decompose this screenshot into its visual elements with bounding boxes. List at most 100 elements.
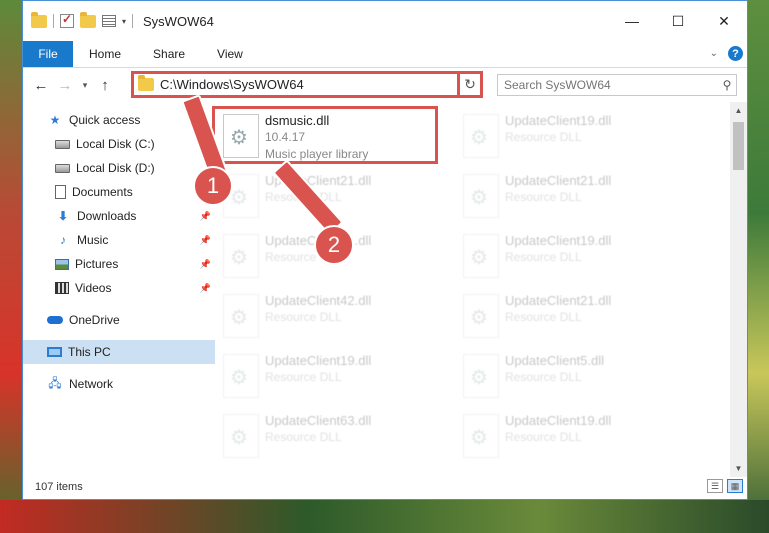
scroll-thumb[interactable] — [733, 122, 744, 170]
help-icon[interactable]: ? — [728, 46, 743, 61]
sidebar-item-music[interactable]: ♪ Music 📌 — [23, 228, 215, 252]
file-item[interactable]: UpdateClient21.dll Resource DLL — [455, 290, 675, 344]
sidebar-item-label: OneDrive — [69, 313, 120, 327]
dll-file-icon — [463, 294, 499, 338]
item-count: 107 items — [35, 481, 83, 493]
ribbon-right-controls: ⌄ ? — [710, 46, 743, 61]
annotation-badge-1: 1 — [193, 166, 233, 206]
customize-icon[interactable] — [102, 15, 116, 27]
tab-file[interactable]: File — [23, 41, 73, 67]
file-description: Resource DLL — [505, 250, 582, 264]
sidebar-item-downloads[interactable]: ⬇ Downloads 📌 — [23, 204, 215, 228]
file-name: UpdateClient21.dll — [505, 293, 612, 308]
view-switcher: ☰ ▦ — [707, 479, 743, 493]
computer-icon — [47, 347, 62, 357]
minimize-button[interactable]: — — [609, 1, 655, 41]
sidebar-item-this-pc[interactable]: This PC — [23, 340, 215, 364]
file-item[interactable]: UpdateClient42.dll Resource DLL — [215, 290, 435, 344]
qat-dropdown-icon[interactable]: ▾ — [122, 17, 126, 26]
cloud-icon — [47, 316, 63, 324]
separator — [132, 14, 134, 28]
sidebar-item-pictures[interactable]: Pictures 📌 — [23, 252, 215, 276]
properties-check-icon[interactable] — [60, 12, 74, 28]
documents-icon — [55, 185, 66, 199]
sidebar-item-label: Pictures — [75, 257, 119, 271]
network-icon: 🖧 — [48, 375, 62, 390]
sidebar-item-label: Music — [77, 233, 109, 247]
file-item[interactable]: UpdateClient19.dll Resource DLL — [215, 350, 435, 404]
highlight-box — [212, 106, 438, 164]
sidebar-item-network[interactable]: 🖧 Network — [23, 372, 215, 396]
file-item[interactable]: UpdateClient63.dll Resource DLL — [215, 410, 435, 464]
tab-view[interactable]: View — [201, 41, 259, 67]
file-name: UpdateClient63.dll — [265, 413, 372, 428]
window-title: SysWOW64 — [143, 13, 214, 29]
separator — [53, 14, 54, 28]
file-item[interactable]: UpdateClient19.dll Resource DLL — [455, 230, 675, 284]
file-list: dsmusic.dll 10.4.17 Music player library… — [212, 102, 747, 477]
explorer-window: ▾ SysWOW64 — ☐ ✕ File Home Share View ⌄ … — [22, 0, 748, 500]
drive-icon — [55, 139, 70, 149]
navigation-pane: ★ Quick access Local Disk (C:) Local Dis… — [23, 102, 215, 477]
dll-file-icon — [223, 234, 259, 278]
forward-button[interactable]: → — [53, 77, 77, 94]
file-item[interactable]: UpdateClient5.dll Resource DLL — [455, 350, 675, 404]
dll-file-icon — [463, 234, 499, 278]
dll-file-icon — [223, 354, 259, 398]
file-name: UpdateClient42.dll — [265, 293, 372, 308]
annotation-badge-2: 2 — [314, 225, 354, 265]
status-bar: 107 items ☰ ▦ — [23, 475, 747, 499]
dll-file-icon — [463, 114, 499, 158]
sidebar-item-local-disk-c[interactable]: Local Disk (C:) — [23, 132, 215, 156]
sidebar-item-label: Local Disk (D:) — [76, 161, 155, 175]
dll-file-icon — [463, 174, 499, 218]
sidebar-item-label: Network — [69, 377, 114, 391]
sidebar-item-label: This PC — [68, 345, 111, 359]
up-button[interactable]: ↑ — [93, 77, 117, 94]
pin-icon: 📌 — [199, 282, 211, 293]
pin-icon: 📌 — [199, 258, 211, 269]
close-button[interactable]: ✕ — [701, 1, 747, 41]
vertical-scrollbar[interactable]: ▲ ▼ — [730, 102, 747, 477]
file-name: UpdateClient19.dll — [505, 113, 612, 128]
main-content: ★ Quick access Local Disk (C:) Local Dis… — [23, 102, 747, 477]
star-icon: ★ — [49, 113, 61, 127]
sidebar-item-videos[interactable]: Videos 📌 — [23, 276, 215, 300]
dll-file-icon — [223, 294, 259, 338]
expand-ribbon-icon[interactable]: ⌄ — [710, 48, 718, 59]
search-icon[interactable]: ⚲ — [718, 78, 736, 92]
file-name: UpdateClient21.dll — [505, 173, 612, 188]
file-description: Resource DLL — [265, 430, 342, 444]
recent-locations-button[interactable]: ▾ — [77, 80, 93, 91]
sidebar-item-documents[interactable]: Documents — [23, 180, 215, 204]
sidebar-item-onedrive[interactable]: OneDrive — [23, 308, 215, 332]
pin-icon: 📌 — [199, 210, 211, 221]
address-bar[interactable]: C:\Windows\SysWOW64 ▾ — [131, 71, 481, 98]
file-item[interactable]: UpdateClient19.dll Resource DLL — [455, 110, 675, 164]
navigation-bar: ← → ▾ ↑ C:\Windows\SysWOW64 ▾ ↻ ⚲ — [23, 68, 747, 102]
new-folder-icon[interactable] — [80, 11, 96, 28]
back-button[interactable]: ← — [29, 77, 53, 94]
maximize-button[interactable]: ☐ — [655, 1, 701, 41]
tab-home[interactable]: Home — [73, 41, 137, 67]
file-description: Resource DLL — [505, 190, 582, 204]
refresh-button[interactable]: ↻ — [457, 71, 483, 98]
search-box[interactable]: ⚲ — [497, 74, 737, 96]
sidebar-item-local-disk-d[interactable]: Local Disk (D:) — [23, 156, 215, 180]
ribbon-tabs: File Home Share View ⌄ ? — [23, 41, 747, 68]
sidebar-item-label: Videos — [75, 281, 112, 295]
address-path[interactable]: C:\Windows\SysWOW64 — [160, 77, 462, 92]
music-icon: ♪ — [60, 233, 66, 247]
tab-share[interactable]: Share — [137, 41, 201, 67]
file-name: UpdateClient19.dll — [265, 353, 372, 368]
file-item[interactable]: UpdateClient19.dll Resource DLL — [455, 410, 675, 464]
scroll-up-icon[interactable]: ▲ — [730, 102, 747, 119]
quick-access-toolbar: ▾ — [23, 11, 134, 28]
tiles-view-icon[interactable]: ▦ — [727, 479, 743, 493]
file-item[interactable]: UpdateClient21.dll Resource DLL — [455, 170, 675, 224]
details-view-icon[interactable]: ☰ — [707, 479, 723, 493]
drive-icon — [55, 163, 70, 173]
search-input[interactable] — [504, 78, 704, 92]
file-description: Resource DLL — [505, 430, 582, 444]
folder-icon — [138, 75, 154, 91]
